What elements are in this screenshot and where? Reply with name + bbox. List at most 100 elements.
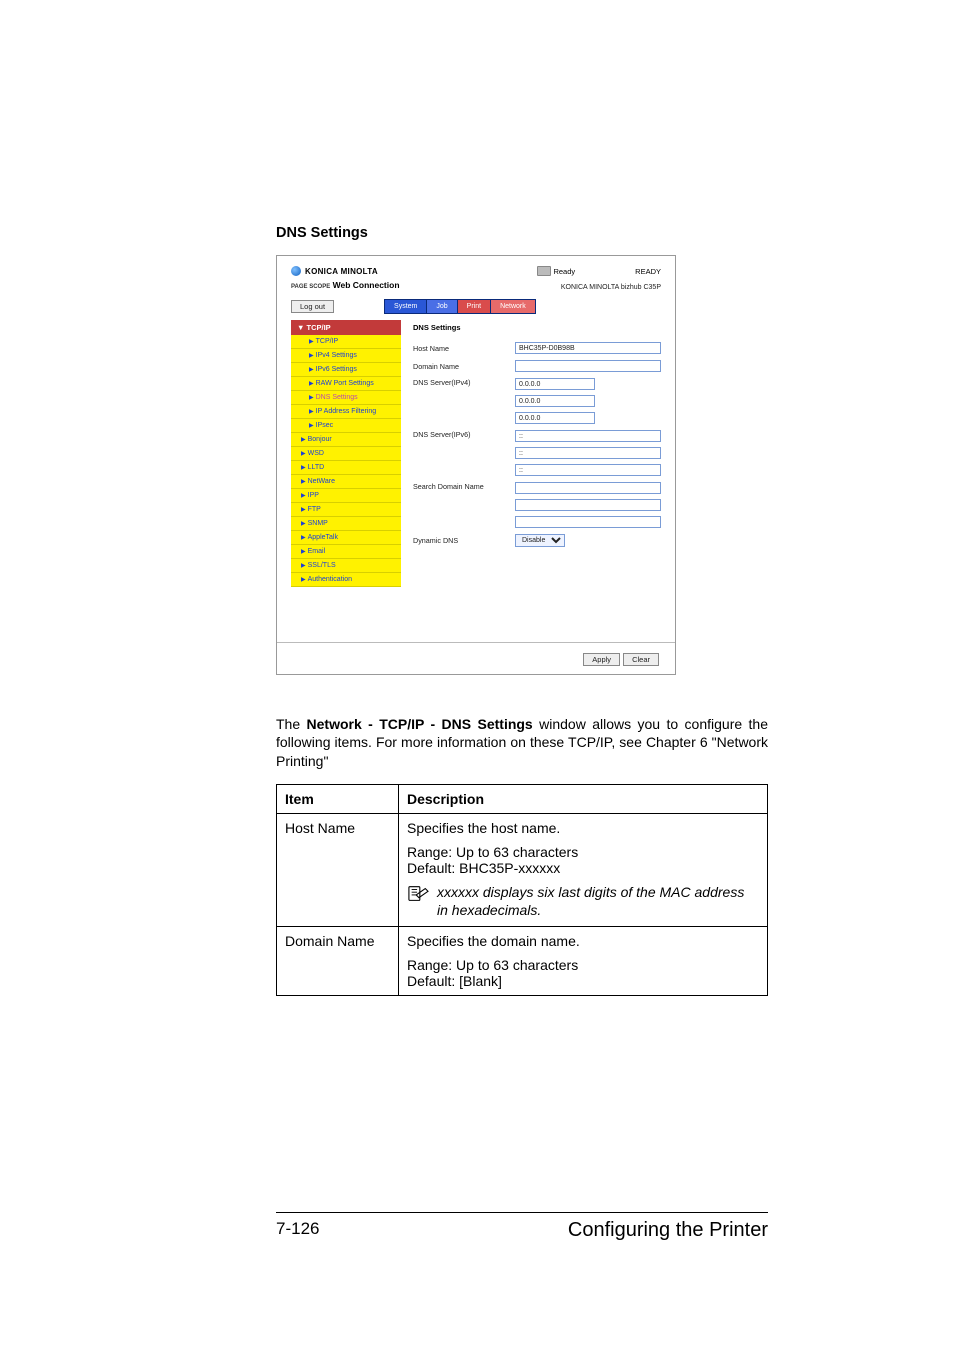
printer-icon bbox=[537, 266, 551, 276]
sidebar-item[interactable]: ▶FTP bbox=[291, 503, 401, 517]
search-domain-input-3[interactable] bbox=[515, 516, 661, 528]
hostname-input[interactable] bbox=[515, 342, 661, 354]
brand-text: KONICA MINOLTA bbox=[305, 267, 378, 276]
triangle-icon: ▶ bbox=[301, 549, 306, 555]
sidebar-item-label: SNMP bbox=[308, 520, 328, 527]
triangle-icon: ▶ bbox=[301, 535, 306, 541]
tab-print[interactable]: Print bbox=[458, 299, 491, 314]
search-domain-input-1[interactable] bbox=[515, 482, 661, 494]
dnsv6-label: DNS Server(IPv6) bbox=[413, 430, 507, 439]
search-domain-label: Search Domain Name bbox=[413, 482, 507, 491]
sidebar-item[interactable]: ▶Authentication bbox=[291, 573, 401, 587]
sidebar-item[interactable]: ▶RAW Port Settings bbox=[291, 377, 401, 391]
status-ready: READY bbox=[635, 267, 661, 276]
table-row: Host Name Specifies the host name. Range… bbox=[277, 814, 768, 927]
tab-network[interactable]: Network bbox=[491, 299, 536, 314]
sidebar-item[interactable]: ▶IPsec bbox=[291, 419, 401, 433]
dyndns-label: Dynamic DNS bbox=[413, 536, 507, 545]
screenshot-header: KONICA MINOLTA PAGE SCOPE Web Connection… bbox=[277, 256, 675, 295]
triangle-icon: ▶ bbox=[309, 409, 314, 415]
sidebar-item-label: IPsec bbox=[316, 422, 334, 429]
cell-desc-domain: Specifies the domain name. Range: Up to … bbox=[399, 927, 768, 996]
apply-button[interactable]: Apply bbox=[583, 653, 620, 666]
dnsv4-input-3[interactable] bbox=[515, 412, 595, 424]
sidebar-item[interactable]: ▶LLTD bbox=[291, 461, 401, 475]
sidebar-item-label: NetWare bbox=[308, 478, 335, 485]
triangle-icon: ▶ bbox=[309, 395, 314, 401]
tab-system[interactable]: System bbox=[384, 299, 427, 314]
triangle-icon: ▶ bbox=[301, 451, 306, 457]
dnsv4-label: DNS Server(IPv4) bbox=[413, 378, 507, 387]
domain-label: Domain Name bbox=[413, 362, 507, 371]
panel-title: DNS Settings bbox=[413, 323, 661, 332]
sidebar-item-label: IPv6 Settings bbox=[316, 366, 357, 373]
sidebar-item[interactable]: ▶IPv6 Settings bbox=[291, 363, 401, 377]
search-domain-input-2[interactable] bbox=[515, 499, 661, 511]
sidebar-item[interactable]: ▶Bonjour bbox=[291, 433, 401, 447]
dnsv6-input-3[interactable] bbox=[515, 464, 661, 476]
page-number: 7-126 bbox=[276, 1219, 319, 1242]
sidebar-item-label: Email bbox=[308, 548, 326, 555]
dyndns-select[interactable]: Disable bbox=[515, 534, 565, 547]
triangle-icon: ▶ bbox=[309, 353, 314, 359]
sidebar-item-label: Authentication bbox=[308, 576, 352, 583]
sidebar-item[interactable]: ▶WSD bbox=[291, 447, 401, 461]
description-table: Item Description Host Name Specifies the… bbox=[276, 784, 768, 996]
sidebar-item-label: Bonjour bbox=[308, 436, 332, 443]
model-text: KONICA MINOLTA bizhub C35P bbox=[561, 284, 661, 291]
triangle-icon: ▶ bbox=[309, 381, 314, 387]
clear-button[interactable]: Clear bbox=[623, 653, 659, 666]
sidebar-item[interactable]: ▶Email bbox=[291, 545, 401, 559]
table-row: Domain Name Specifies the domain name. R… bbox=[277, 927, 768, 996]
dnsv6-input-1[interactable] bbox=[515, 430, 661, 442]
th-description: Description bbox=[399, 785, 768, 814]
sidebar-item[interactable]: ▶SNMP bbox=[291, 517, 401, 531]
cell-item-hostname: Host Name bbox=[277, 814, 399, 927]
sidebar-item-label: TCP/IP bbox=[316, 338, 339, 345]
dnsv4-input-2[interactable] bbox=[515, 395, 595, 407]
tab-job[interactable]: Job bbox=[427, 299, 457, 314]
logout-button[interactable]: Log out bbox=[291, 300, 334, 313]
note-icon bbox=[407, 884, 429, 904]
th-item: Item bbox=[277, 785, 399, 814]
sidebar-item[interactable]: ▶SSL/TLS bbox=[291, 559, 401, 573]
intro-paragraph: The Network - TCP/IP - DNS Settings wind… bbox=[276, 715, 768, 770]
sidebar-item-label: IP Address Filtering bbox=[316, 408, 377, 415]
sidebar-item-label: AppleTalk bbox=[308, 534, 338, 541]
sidebar-item[interactable]: ▶AppleTalk bbox=[291, 531, 401, 545]
pagescope-prefix: PAGE SCOPE bbox=[291, 284, 330, 290]
sidebar: ▼ TCP/IP ▶TCP/IP▶IPv4 Settings▶IPv6 Sett… bbox=[291, 320, 401, 587]
triangle-icon: ▶ bbox=[301, 437, 306, 443]
triangle-icon: ▶ bbox=[301, 521, 306, 527]
triangle-icon: ▶ bbox=[301, 507, 306, 513]
hostname-label: Host Name bbox=[413, 344, 507, 353]
sidebar-item-label: WSD bbox=[308, 450, 324, 457]
screenshot-window: KONICA MINOLTA PAGE SCOPE Web Connection… bbox=[276, 255, 676, 675]
sidebar-item[interactable]: ▶TCP/IP bbox=[291, 335, 401, 349]
sidebar-head[interactable]: ▼ TCP/IP bbox=[291, 320, 401, 335]
sidebar-item[interactable]: ▶NetWare bbox=[291, 475, 401, 489]
sidebar-item-label: IPP bbox=[308, 492, 319, 499]
sidebar-item[interactable]: ▶IPP bbox=[291, 489, 401, 503]
cell-item-domain: Domain Name bbox=[277, 927, 399, 996]
triangle-icon: ▶ bbox=[301, 563, 306, 569]
sidebar-item[interactable]: ▶DNS Settings bbox=[291, 391, 401, 405]
pagescope-text: Web Connection bbox=[333, 280, 400, 290]
dnsv6-input-2[interactable] bbox=[515, 447, 661, 459]
settings-panel: DNS Settings Host Name Domain Name DNS S… bbox=[401, 320, 675, 587]
cell-desc-hostname: Specifies the host name. Range: Up to 63… bbox=[399, 814, 768, 927]
brand-block: KONICA MINOLTA PAGE SCOPE Web Connection bbox=[291, 266, 400, 291]
note-text: xxxxxx displays six last digits of the M… bbox=[437, 884, 759, 920]
triangle-icon: ▶ bbox=[301, 493, 306, 499]
sidebar-item-label: FTP bbox=[308, 506, 321, 513]
sidebar-item-label: DNS Settings bbox=[316, 394, 358, 401]
section-heading: DNS Settings bbox=[276, 225, 768, 241]
tab-row: Log out System Job Print Network bbox=[277, 295, 675, 320]
domain-input[interactable] bbox=[515, 360, 661, 372]
triangle-icon: ▶ bbox=[301, 577, 306, 583]
sidebar-item[interactable]: ▶IP Address Filtering bbox=[291, 405, 401, 419]
sidebar-item[interactable]: ▶IPv4 Settings bbox=[291, 349, 401, 363]
sidebar-item-label: IPv4 Settings bbox=[316, 352, 357, 359]
triangle-icon: ▶ bbox=[309, 423, 314, 429]
dnsv4-input-1[interactable] bbox=[515, 378, 595, 390]
